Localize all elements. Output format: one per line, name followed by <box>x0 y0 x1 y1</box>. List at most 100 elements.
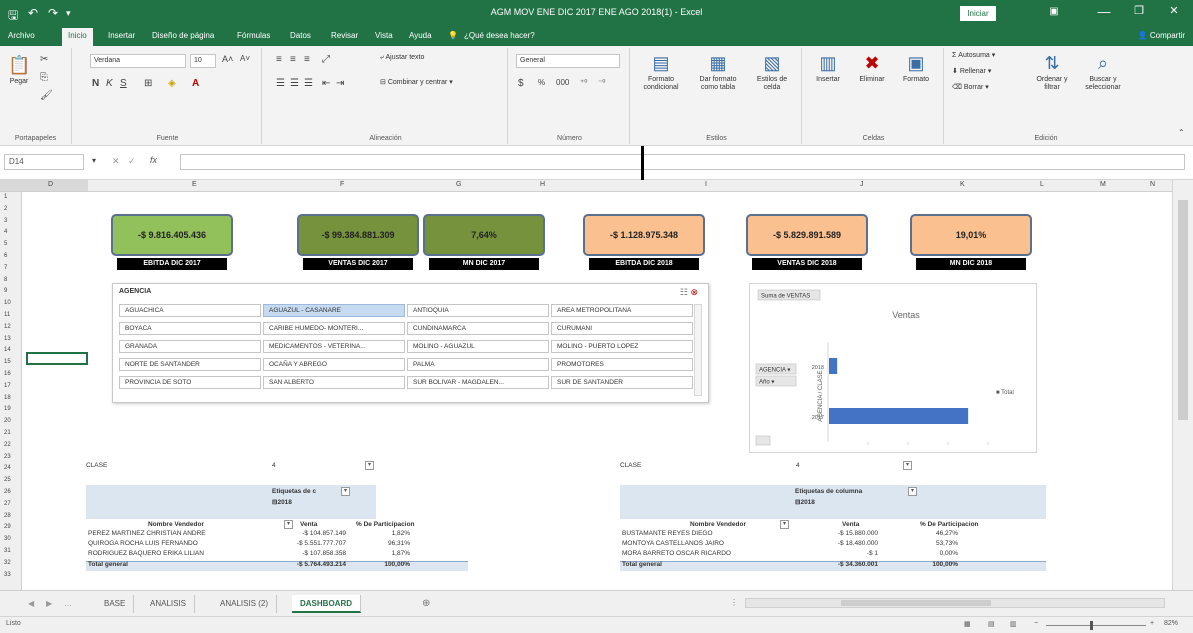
wrap-text-button[interactable]: ⤶ Ajustar texto <box>380 54 424 62</box>
zoom-out-icon[interactable]: − <box>1034 620 1038 627</box>
row-header[interactable]: 13 <box>4 336 11 342</box>
row-header[interactable]: 9 <box>4 288 7 294</box>
row-header[interactable]: 21 <box>4 430 11 436</box>
column-header-l[interactable]: L <box>1040 181 1044 188</box>
insert-cells-button[interactable]: ▥ Insertar <box>808 52 848 84</box>
zoom-slider[interactable] <box>1046 625 1146 626</box>
row-header[interactable]: 32 <box>4 560 11 566</box>
row-header[interactable]: 33 <box>4 572 11 578</box>
active-cell[interactable] <box>26 352 88 365</box>
row-header[interactable]: 20 <box>4 418 11 424</box>
indent-icon[interactable]: ⇤ <box>322 78 330 89</box>
column-header-k[interactable]: K <box>960 181 965 188</box>
zoom-level[interactable]: 82% <box>1164 620 1178 627</box>
cancel-entry-icon[interactable]: ✕ <box>112 156 120 167</box>
column-header-n[interactable]: N <box>1150 181 1155 188</box>
thousands-icon[interactable]: 000 <box>556 78 569 87</box>
align-center-icon[interactable]: ☰ <box>290 78 299 89</box>
add-sheet-icon[interactable]: ⊕ <box>422 598 430 609</box>
tab-diseno-pagina[interactable]: Diseño de página <box>152 31 214 40</box>
row-header[interactable]: 14 <box>4 347 11 353</box>
increase-decimal-icon[interactable]: ⁺⁰ <box>580 78 587 87</box>
row-header[interactable]: 6 <box>4 253 7 259</box>
slicer-item[interactable]: MOLINO - PUERTO LOPEZ <box>551 340 693 353</box>
column-header-h[interactable]: H <box>540 181 545 188</box>
row-header[interactable]: 18 <box>4 395 11 401</box>
fill-button[interactable]: ⬇ Rellenar ▾ <box>952 68 991 76</box>
slicer-item[interactable]: GRANADA <box>119 340 261 353</box>
vertical-scroll-thumb[interactable] <box>1178 200 1188 420</box>
slicer-item[interactable]: MEDICAMENTOS - VETERINA... <box>263 340 405 353</box>
slicer-item[interactable]: SAN ALBERTO <box>263 376 405 389</box>
row-header[interactable]: 12 <box>4 324 11 330</box>
minimize-button[interactable]: — <box>1090 4 1118 19</box>
format-cells-button[interactable]: ▣ Formato <box>896 52 936 84</box>
column-header-j[interactable]: J <box>860 181 864 188</box>
slicer-item[interactable]: PROMOTORES <box>551 358 693 371</box>
decrease-decimal-icon[interactable]: ⁻⁰ <box>598 78 605 87</box>
column-header-m[interactable]: M <box>1100 181 1106 188</box>
row-header[interactable]: 29 <box>4 524 11 530</box>
row-header[interactable]: 19 <box>4 406 11 412</box>
tell-me-search[interactable]: ¿Qué desea hacer? <box>464 31 535 40</box>
ventas-chart[interactable]: Suma de VENTAS AGENCIA ▾ Año ▾ Ventas ■ Tota… <box>749 283 1037 453</box>
row-header[interactable]: 23 <box>4 454 11 460</box>
delete-cells-button[interactable]: ✖ Eliminar <box>852 52 892 84</box>
page-break-view-icon[interactable]: ▥ <box>1010 620 1017 628</box>
multi-select-icon[interactable]: ☷ <box>680 287 688 297</box>
share-button[interactable]: 👤 Compartir <box>1138 31 1185 40</box>
find-select-button[interactable]: ⌕ Buscar y seleccionar <box>1078 52 1128 91</box>
tab-formulas[interactable]: Fórmulas <box>237 31 270 40</box>
row-header[interactable]: 15 <box>4 359 11 365</box>
row-header[interactable]: 17 <box>4 383 11 389</box>
pivot-filter-dropdown-icon[interactable]: ▾ <box>365 461 374 470</box>
paste-button[interactable]: 📋 Pegar <box>4 54 34 86</box>
orientation-icon[interactable]: ⤢ <box>322 54 330 65</box>
zoom-in-icon[interactable]: + <box>1150 620 1154 627</box>
slicer-item[interactable]: CURUMANI <box>551 322 693 335</box>
row-header[interactable]: 30 <box>4 536 11 542</box>
clear-button[interactable]: ⌫ Borrar ▾ <box>952 84 989 92</box>
pivot-column-dropdown-icon[interactable]: ▾ <box>908 487 917 496</box>
row-header[interactable]: 31 <box>4 548 11 554</box>
row-header[interactable]: 8 <box>4 277 7 283</box>
agencia-slicer[interactable]: AGENCIA ☷ ⊗ AGUACHICA AGUAZUL - CASANARE A… <box>112 283 709 403</box>
row-header[interactable]: 10 <box>4 300 11 306</box>
pivot-row-dropdown-icon[interactable]: ▾ <box>284 520 293 529</box>
tab-archivo[interactable]: Archivo <box>8 31 35 40</box>
column-header-g[interactable]: G <box>456 181 461 188</box>
column-header-f[interactable]: F <box>340 181 344 188</box>
font-color-icon[interactable]: A <box>192 78 199 89</box>
sheet-tab-dashboard[interactable]: DASHBOARD <box>292 595 361 613</box>
slicer-item[interactable]: CUNDINAMARCA <box>407 322 549 335</box>
row-header[interactable]: 11 <box>4 312 10 318</box>
sheet-tab-analisis-2[interactable]: ANALISIS (2) <box>212 595 278 613</box>
slicer-item[interactable]: PROVINCIA DE SOTO <box>119 376 261 389</box>
slicer-item[interactable]: AREA METROPOLITANA <box>551 304 693 317</box>
pivot-row-dropdown-icon[interactable]: ▾ <box>780 520 789 529</box>
tab-inicio[interactable]: Inicio <box>62 28 93 46</box>
clear-filter-icon[interactable]: ⊗ <box>690 287 698 297</box>
confirm-entry-icon[interactable]: ✓ <box>128 156 136 167</box>
decrease-font-icon[interactable]: A˅ <box>240 54 250 63</box>
row-header[interactable]: 26 <box>4 489 11 495</box>
merge-center-button[interactable]: ⊟ Combinar y centrar ▾ <box>380 79 453 87</box>
collapse-ribbon-icon[interactable]: ⌃ <box>1178 128 1185 137</box>
slicer-item[interactable]: MOLINO - AGUAZUL <box>407 340 549 353</box>
italic-button[interactable]: K <box>106 78 113 89</box>
pivot-filter-dropdown-icon[interactable]: ▾ <box>903 461 912 470</box>
horizontal-scroll-thumb[interactable] <box>841 600 991 606</box>
slicer-item[interactable]: AGUAZUL - CASANARE <box>263 304 405 317</box>
column-header-i[interactable]: I <box>705 181 707 188</box>
slicer-item[interactable]: PALMA <box>407 358 549 371</box>
slicer-item[interactable]: OCAÑA Y ABREGO <box>263 358 405 371</box>
tab-datos[interactable]: Datos <box>290 31 311 40</box>
copy-icon[interactable]: ⎘ <box>40 72 48 83</box>
row-header[interactable]: 27 <box>4 501 11 507</box>
column-header-d[interactable]: D <box>48 181 53 188</box>
tab-ayuda[interactable]: Ayuda <box>409 31 432 40</box>
row-header[interactable]: 1 <box>4 194 7 200</box>
increase-font-icon[interactable]: A˄ <box>222 54 233 64</box>
name-box[interactable]: D14 <box>4 154 84 170</box>
align-middle-icon[interactable]: ≡ <box>290 54 296 65</box>
